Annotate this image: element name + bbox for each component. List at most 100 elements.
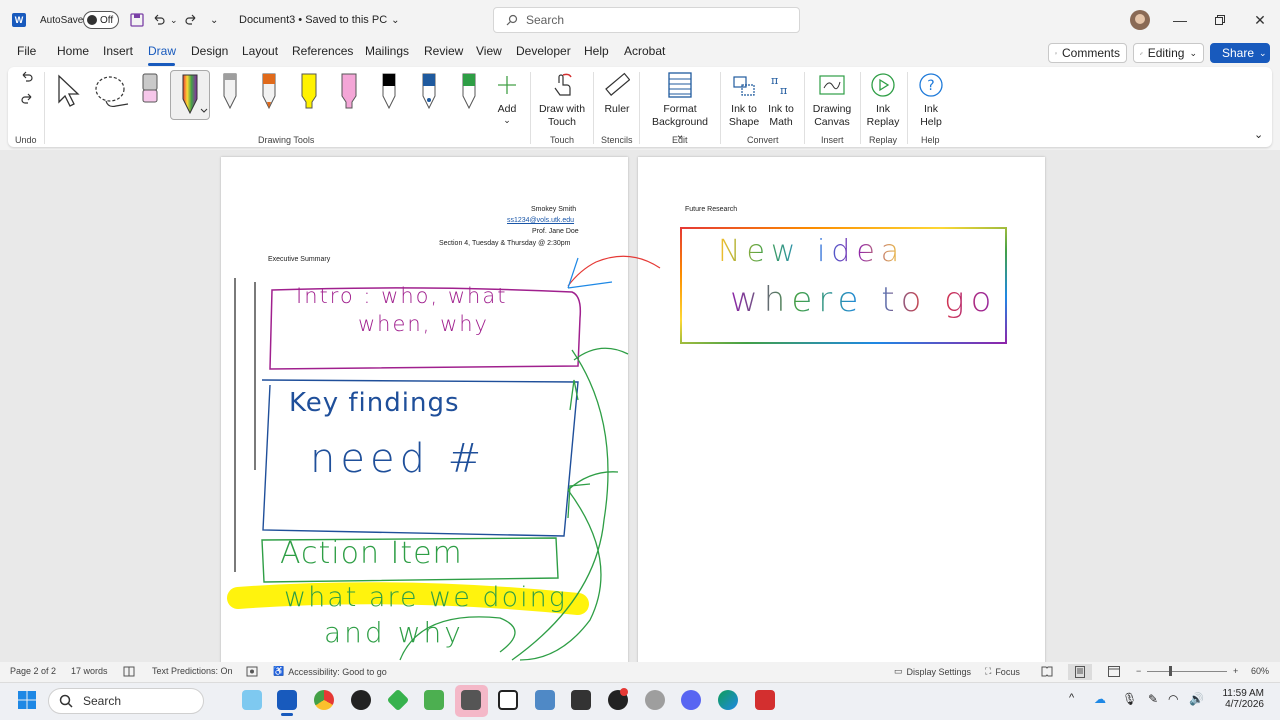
tab-layout[interactable]: Layout xyxy=(242,44,278,58)
search-input[interactable]: Search xyxy=(493,7,800,33)
text-predictions[interactable]: Text Predictions: On xyxy=(152,666,233,676)
calculator-icon[interactable] xyxy=(535,690,555,710)
restore-icon[interactable] xyxy=(1200,0,1240,40)
settings-app-icon[interactable] xyxy=(645,690,665,710)
select-cursor-icon[interactable] xyxy=(56,74,82,111)
draw-with-touch-button[interactable]: Draw with Touch xyxy=(538,70,586,129)
format-background-icon xyxy=(668,70,692,100)
ruler-button[interactable]: Ruler xyxy=(602,70,632,116)
group-label-stencils: Stencils xyxy=(601,135,633,145)
pen-menu-icon[interactable]: ✎ xyxy=(1148,692,1158,706)
search-placeholder: Search xyxy=(526,13,565,27)
word-taskbar-icon[interactable] xyxy=(277,690,297,710)
format-background-button[interactable]: Format Background ⌄ xyxy=(648,70,712,142)
redo-icon[interactable] xyxy=(184,0,198,40)
taskbar-search[interactable]: Search xyxy=(48,688,204,714)
tab-acrobat[interactable]: Acrobat xyxy=(624,44,665,58)
powerpoint-icon[interactable] xyxy=(755,690,775,710)
pen-green-icon[interactable] xyxy=(459,72,479,110)
add-pen-button[interactable]: Add ⌄ xyxy=(495,70,519,125)
undo-icon[interactable] xyxy=(152,0,166,40)
ink-to-math-label: Ink to xyxy=(768,103,794,115)
snipping-tool-icon[interactable] xyxy=(242,690,262,710)
onedrive-icon[interactable]: ☁ xyxy=(1094,692,1106,706)
eraser-icon[interactable] xyxy=(140,72,160,111)
close-icon[interactable]: ✕ xyxy=(1240,0,1280,40)
tab-references[interactable]: References xyxy=(292,44,353,58)
svg-text:?: ? xyxy=(927,78,934,94)
discord-icon[interactable] xyxy=(681,690,701,710)
zoom-out-icon[interactable]: − xyxy=(1136,666,1141,676)
tab-insert[interactable]: Insert xyxy=(103,44,133,58)
terminal-icon[interactable] xyxy=(571,690,591,710)
pen-black-icon[interactable] xyxy=(379,72,399,110)
proofing-icon[interactable] xyxy=(123,666,135,677)
share-button[interactable]: Share ⌄ xyxy=(1210,43,1270,63)
tray-chevron-up-icon[interactable]: ^ xyxy=(1069,692,1074,704)
phone-link-icon[interactable] xyxy=(424,690,444,710)
page-count[interactable]: Page 2 of 2 xyxy=(10,666,56,676)
tab-review[interactable]: Review xyxy=(424,44,463,58)
windows-start-icon[interactable] xyxy=(17,690,37,713)
chevron-down-icon: ⌄ xyxy=(391,14,400,26)
display-settings-button[interactable]: ▭ Display Settings xyxy=(894,666,971,677)
tab-developer[interactable]: Developer xyxy=(516,44,571,58)
save-icon[interactable] xyxy=(130,0,144,40)
document-title[interactable]: Document3 • Saved to this PC ⌄ xyxy=(239,0,400,40)
read-mode-icon[interactable] xyxy=(1041,666,1053,677)
lasso-select-icon[interactable] xyxy=(92,74,132,113)
editing-mode-button[interactable]: Editing ⌄ xyxy=(1133,43,1204,63)
zoom-slider-track[interactable] xyxy=(1147,671,1227,672)
word-count[interactable]: 17 words xyxy=(71,666,108,676)
autosave-toggle[interactable]: Off xyxy=(83,0,119,40)
app-dark-icon[interactable] xyxy=(351,690,371,710)
tab-mailings[interactable]: Mailings xyxy=(365,44,409,58)
avatar[interactable] xyxy=(1130,10,1150,30)
collapse-ribbon-icon[interactable]: ⌄ xyxy=(1254,128,1263,141)
tab-home[interactable]: Home xyxy=(57,44,89,58)
tab-draw[interactable]: Draw xyxy=(148,44,176,58)
tab-view[interactable]: View xyxy=(476,44,502,58)
format-background-label: Format xyxy=(663,103,697,115)
ink-help-button[interactable]: ? Ink Help xyxy=(916,70,946,129)
web-layout-icon[interactable] xyxy=(1108,666,1120,677)
zoom-in-icon[interactable]: + xyxy=(1233,666,1238,676)
ink-drawing-layer[interactable] xyxy=(0,150,1280,662)
ink-to-shape-button[interactable]: Ink to Shape xyxy=(728,70,760,129)
ink-to-math-button[interactable]: ππ Ink to Math xyxy=(765,70,797,129)
pen-gray-icon[interactable] xyxy=(220,72,240,110)
rainbow-pen-selected[interactable] xyxy=(170,70,210,120)
tab-design[interactable]: Design xyxy=(191,44,228,58)
edge-icon[interactable] xyxy=(718,690,738,710)
ribbon-undo-icon[interactable] xyxy=(20,70,34,87)
pen-orange-icon[interactable] xyxy=(259,72,279,110)
autosave-label: AutoSave xyxy=(40,14,84,26)
tab-file[interactable]: File xyxy=(17,44,36,58)
minimize-icon[interactable]: — xyxy=(1160,0,1200,40)
comments-button[interactable]: Comments xyxy=(1048,43,1127,63)
volume-icon[interactable]: 🔊 xyxy=(1189,692,1204,706)
pen-blue-icon[interactable] xyxy=(419,72,439,110)
wifi-icon[interactable]: ◠ xyxy=(1168,692,1178,706)
accessibility-status[interactable]: ♿ Accessibility: Good to go xyxy=(273,666,387,677)
zoom-slider-thumb[interactable] xyxy=(1169,666,1172,676)
ink-to-shape-label-2: Shape xyxy=(728,116,760,128)
zoom-level[interactable]: 60% xyxy=(1251,666,1269,676)
chrome-icon[interactable] xyxy=(314,690,334,710)
ribbon-redo-icon[interactable] xyxy=(20,92,34,109)
highlighter-pink-icon[interactable] xyxy=(339,72,359,110)
recorder-icon[interactable] xyxy=(461,690,481,710)
ink-replay-button[interactable]: Ink Replay xyxy=(866,70,900,129)
highlighter-yellow-icon[interactable] xyxy=(299,72,319,110)
focus-button[interactable]: ⛶ Focus xyxy=(985,666,1020,677)
monitor-icon: ▭ xyxy=(894,666,903,676)
undo-dropdown-icon[interactable]: ⌄ xyxy=(170,0,178,40)
drawing-canvas-button[interactable]: Drawing Canvas xyxy=(811,70,853,129)
microphone-icon[interactable]: 🎙 xyxy=(1122,692,1137,706)
customize-toolbar-icon[interactable]: ⌄ xyxy=(210,0,218,40)
kindle-icon[interactable] xyxy=(498,690,518,710)
macro-icon[interactable] xyxy=(246,666,258,677)
print-layout-icon[interactable] xyxy=(1068,664,1092,680)
system-clock[interactable]: 11:59 AM 4/7/2026 xyxy=(1218,688,1264,710)
tab-help[interactable]: Help xyxy=(584,44,609,58)
